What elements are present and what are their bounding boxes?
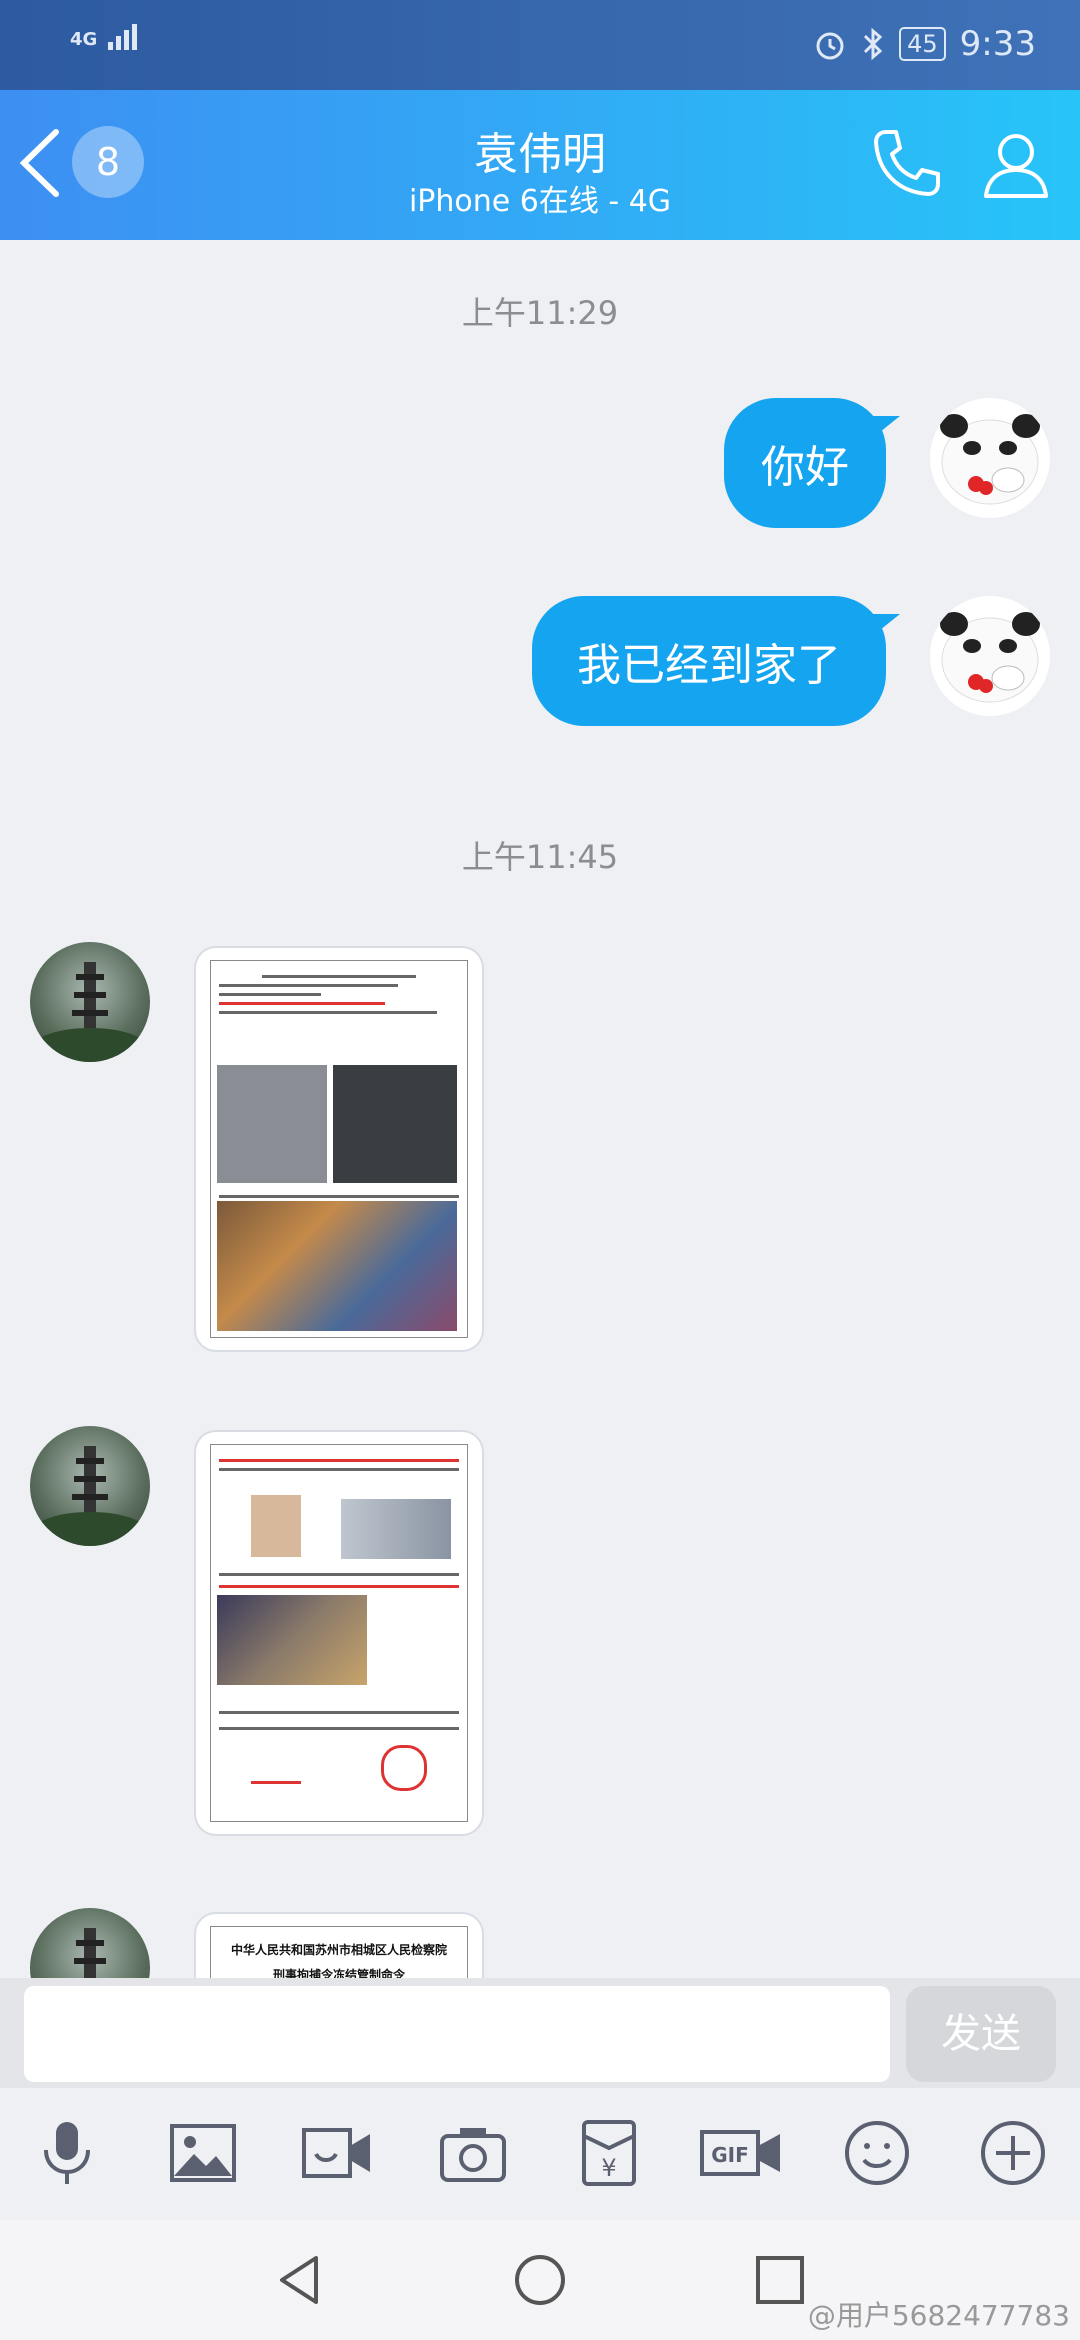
person-icon: [984, 134, 1048, 198]
sent-message[interactable]: 我已经到家了: [532, 596, 900, 726]
input-bar: 发送: [0, 1978, 1080, 2088]
sent-message[interactable]: 你好: [724, 398, 900, 528]
image-button[interactable]: [168, 2118, 238, 2188]
message-text: 我已经到家了: [577, 640, 841, 691]
video-icon: [302, 2128, 370, 2178]
back-nav-button[interactable]: [272, 2252, 328, 2308]
message-timestamp: 上午11:45: [461, 838, 619, 876]
svg-text:¥: ¥: [601, 2154, 616, 2182]
message-timestamp: 上午11:29: [461, 294, 619, 332]
alarm-icon: [816, 32, 844, 60]
status-bar: 4G 45 9:33: [0, 0, 1080, 90]
network-type: 4G: [70, 29, 98, 50]
camera-button[interactable]: [438, 2118, 508, 2188]
bubble-tail: [870, 614, 900, 638]
signal-indicator: 4G: [70, 24, 140, 50]
signal-bars-icon: [107, 24, 140, 50]
pagoda-avatar-icon: [30, 962, 150, 1062]
plus-circle-icon: [981, 2121, 1045, 2185]
contact-avatar[interactable]: [30, 942, 150, 1062]
document-thumbnail: [210, 1444, 468, 1822]
image-message[interactable]: [196, 1432, 482, 1834]
smiley-icon: [845, 2121, 909, 2185]
watermark: @用户5682477783: [807, 2299, 1070, 2332]
image-icon: [170, 2124, 236, 2182]
document-thumbnail: [210, 960, 468, 1338]
call-button[interactable]: [868, 126, 944, 206]
voice-button[interactable]: [32, 2118, 102, 2188]
camera-icon: [440, 2128, 506, 2182]
battery-indicator: 45: [899, 27, 946, 61]
my-avatar[interactable]: [930, 398, 1050, 518]
status-right: 45 9:33: [813, 24, 1036, 64]
bluetooth-icon: [864, 27, 883, 61]
phone-icon: [874, 130, 940, 196]
doc-heading: 中华人民共和国苏州市相城区人民检察院: [230, 1943, 447, 1957]
red-packet-icon: ¥: [582, 2120, 636, 2186]
more-button[interactable]: [978, 2118, 1048, 2188]
video-button[interactable]: [302, 2118, 372, 2188]
clock: 9:33: [959, 24, 1036, 64]
home-nav-button[interactable]: [512, 2252, 568, 2308]
message-text: 你好: [761, 442, 849, 493]
panda-avatar-icon: [940, 612, 1040, 703]
emoji-button[interactable]: [842, 2118, 912, 2188]
gif-icon: GIF: [700, 2130, 780, 2176]
svg-text:GIF: GIF: [711, 2143, 749, 2167]
chat-header: 8 袁伟明 iPhone 6在线 - 4G: [0, 90, 1080, 240]
microphone-icon: [44, 2122, 90, 2184]
input-toolbar: ¥ GIF: [0, 2088, 1080, 2220]
message-input[interactable]: [24, 1986, 890, 2082]
panda-avatar-icon: [940, 414, 1040, 505]
red-packet-button[interactable]: ¥: [574, 2118, 644, 2188]
contact-avatar[interactable]: [30, 1426, 150, 1546]
recents-nav-button[interactable]: [752, 2252, 808, 2308]
gif-button[interactable]: GIF: [700, 2118, 782, 2188]
pagoda-avatar-icon: [30, 1446, 150, 1546]
image-message[interactable]: [196, 948, 482, 1350]
my-avatar[interactable]: [930, 596, 1050, 716]
bubble-tail: [870, 416, 900, 440]
send-button[interactable]: 发送: [906, 1986, 1056, 2082]
profile-button[interactable]: [978, 126, 1054, 206]
